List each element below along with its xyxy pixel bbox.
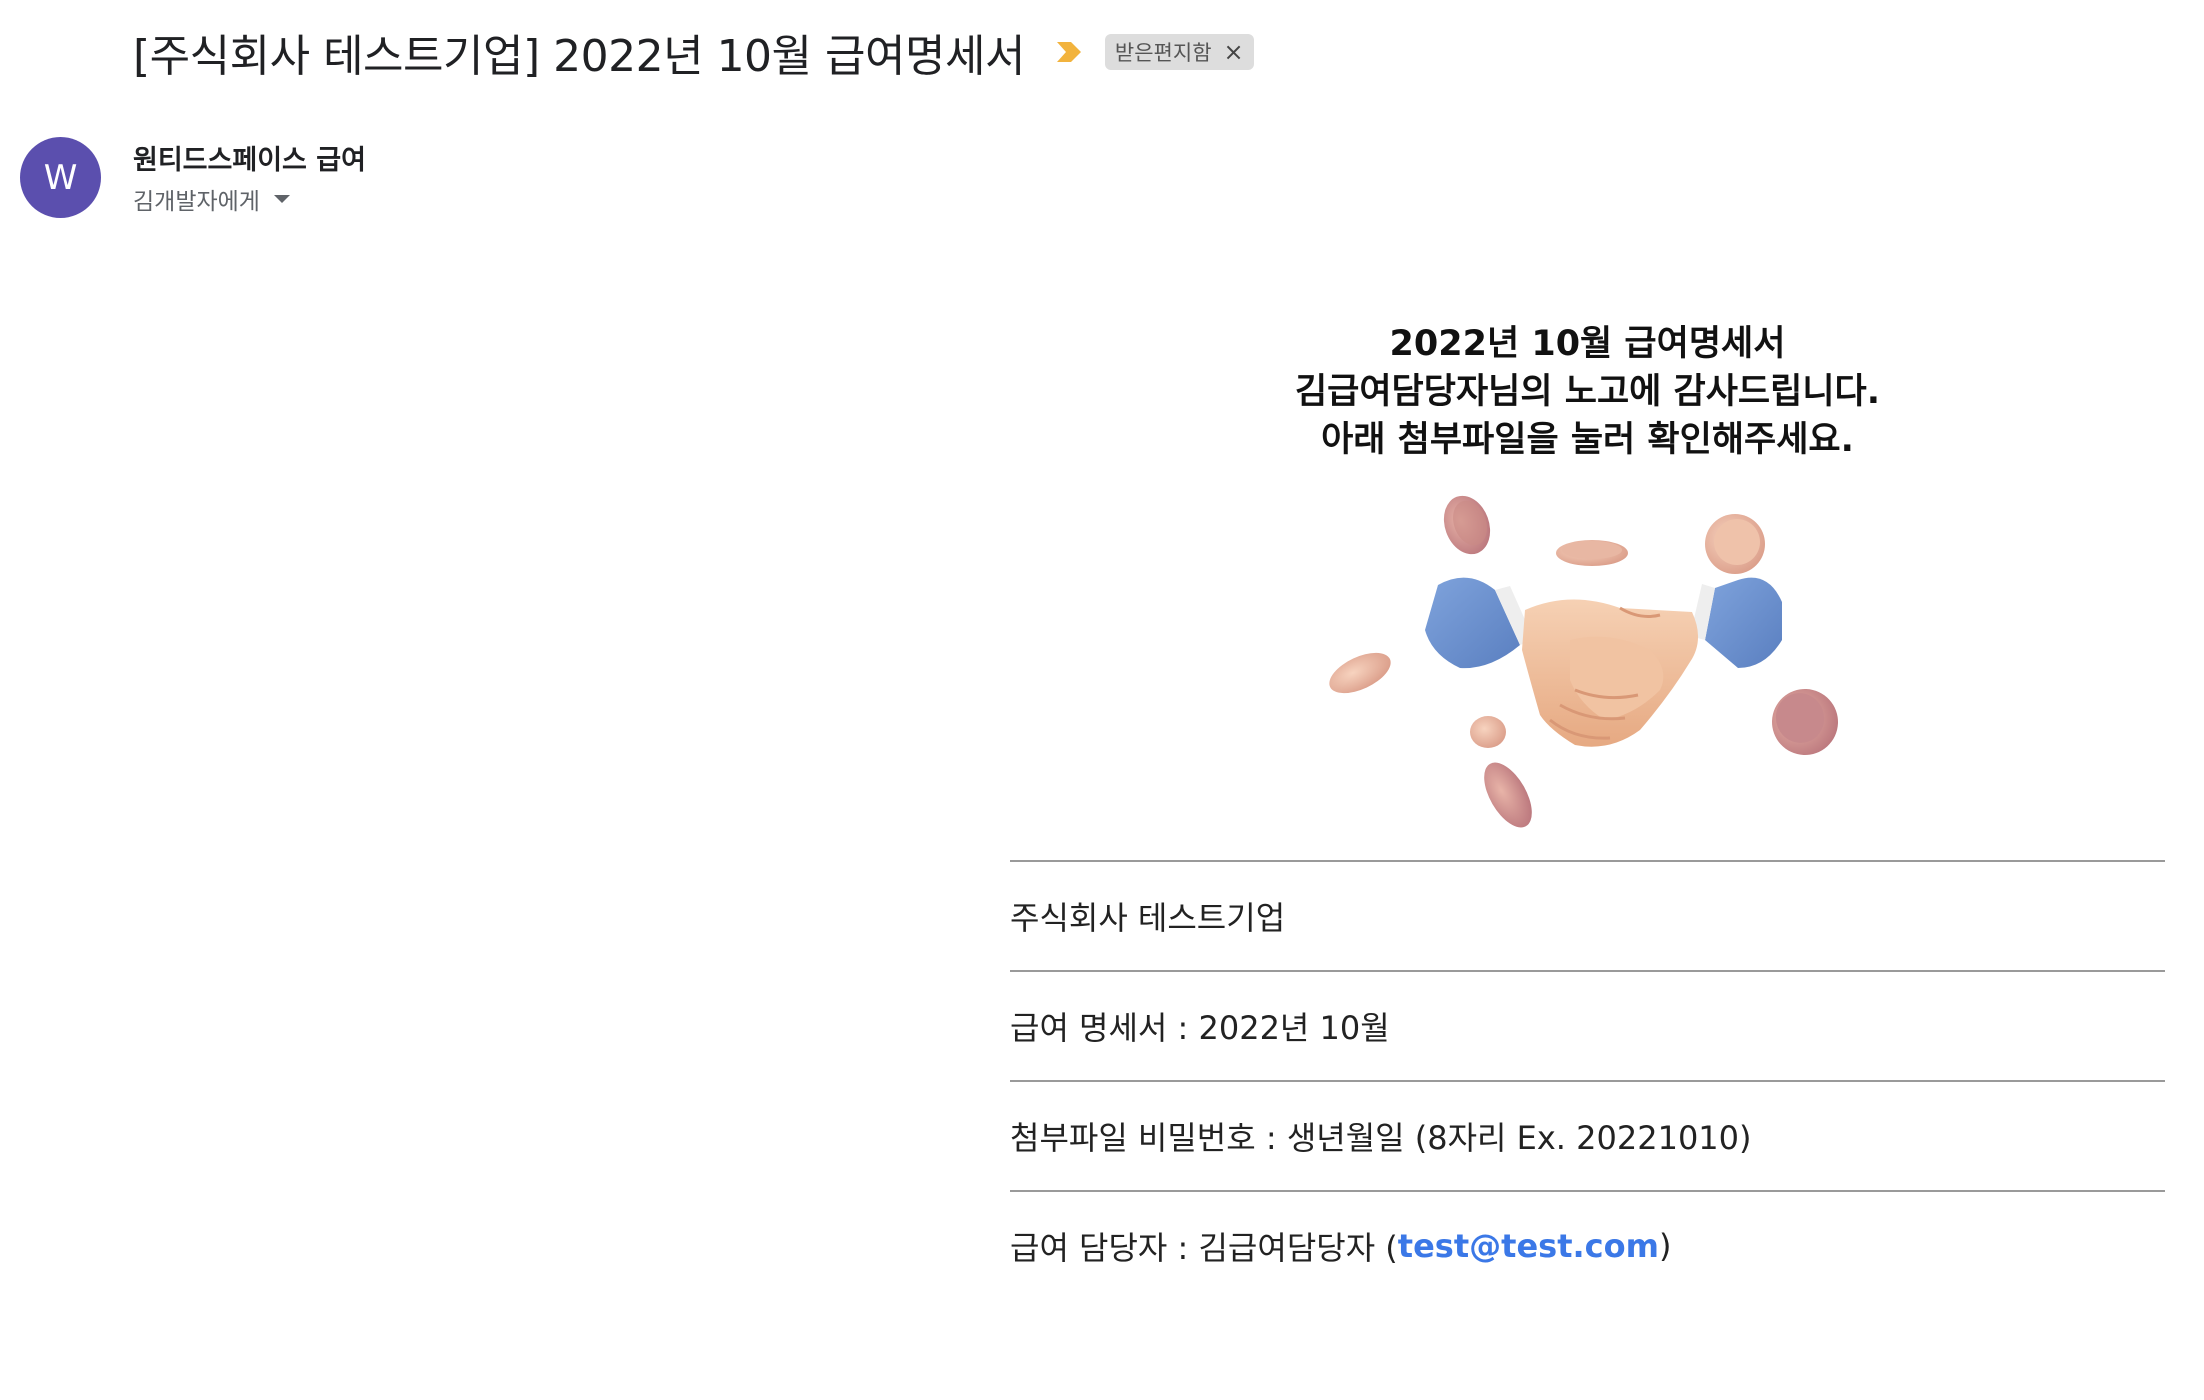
remove-label-icon[interactable]: × <box>1224 40 1244 64</box>
heading-line-instruction: 아래 첨부파일을 눌러 확인해주세요. <box>1321 420 1854 460</box>
company-row: 주식회사 테스트기업 <box>1010 862 2165 970</box>
handshake-coins-illustration <box>1329 495 1838 828</box>
body-heading: 2022년 10월 급여명세서 김급여담당자님의 노고에 감사드립니다. 아래 … <box>1010 320 2165 464</box>
inbox-label-chip[interactable]: 받은편지함 × <box>1104 34 1254 70</box>
recipient-line: 김개발자에게 <box>133 189 260 215</box>
sender-name: 원티드스페이스 급여 <box>133 145 366 176</box>
payslip-details: 주식회사 테스트기업 급여 명세서 : 2022년 10월 첨부파일 비밀번호 … <box>1010 860 2165 1300</box>
contact-row: 급여 담당자 : 김급여담당자 (test@test.com) <box>1010 1192 2165 1300</box>
recipient-details[interactable]: 김개발자에게 <box>133 182 290 216</box>
contact-email-link[interactable]: test@test.com <box>1398 1227 1659 1265</box>
attachment-password-hint: 첨부파일 비밀번호 : 생년월일 (8자리 Ex. 20221010) <box>1010 1119 1752 1157</box>
subject-row: [주식회사 테스트기업] 2022년 10월 급여명세서 받은편지함 × <box>133 22 1254 82</box>
heading-line-title: 2022년 10월 급여명세서 <box>1389 324 1786 364</box>
email-view: [주식회사 테스트기업] 2022년 10월 급여명세서 받은편지함 × W 원… <box>0 0 2204 1400</box>
inbox-label-text: 받은편지함 <box>1114 41 1212 65</box>
company-name: 주식회사 테스트기업 <box>1010 899 1286 937</box>
statement-row: 급여 명세서 : 2022년 10월 <box>1010 972 2165 1080</box>
statement-period: 급여 명세서 : 2022년 10월 <box>1010 1009 1390 1047</box>
email-subject: [주식회사 테스트기업] 2022년 10월 급여명세서 <box>133 31 1025 82</box>
password-row: 첨부파일 비밀번호 : 생년월일 (8자리 Ex. 20221010) <box>1010 1082 2165 1190</box>
contact-suffix: ) <box>1658 1227 1672 1265</box>
avatar-letter: W <box>43 157 78 198</box>
show-details-dropdown-icon[interactable] <box>273 195 290 203</box>
sender-avatar: W <box>20 137 101 218</box>
heading-line-thanks: 김급여담당자님의 노고에 감사드립니다. <box>1294 372 1881 412</box>
contact-prefix: 급여 담당자 : 김급여담당자 ( <box>1010 1229 1398 1267</box>
importance-marker-icon[interactable] <box>1055 38 1083 66</box>
